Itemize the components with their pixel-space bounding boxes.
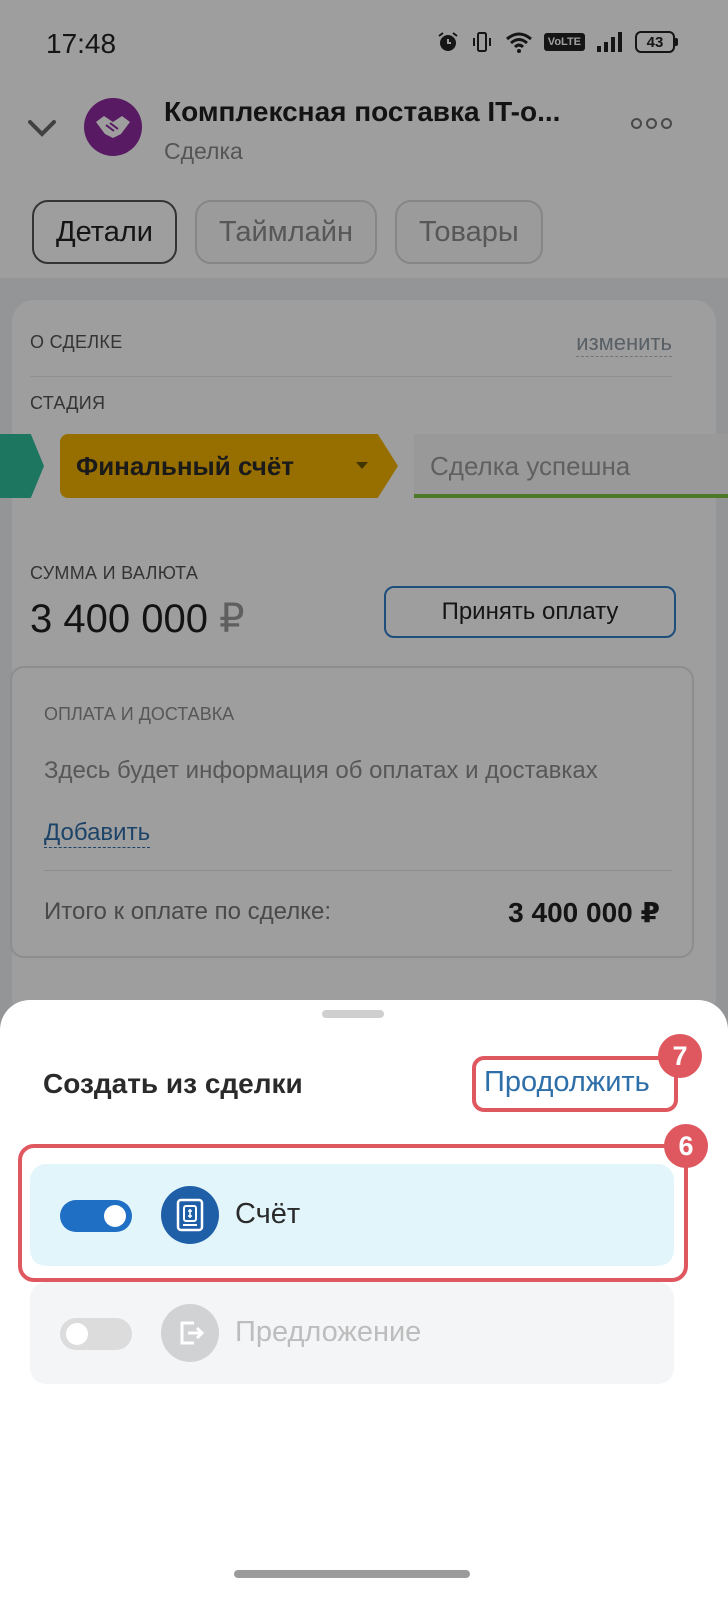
continue-highlight: [472, 1056, 678, 1112]
option-offer[interactable]: Предложение: [30, 1282, 674, 1384]
deal-screen: 17:48 VoLTE 43 Комплексная поставка IT-о…: [0, 0, 728, 1620]
invoice-highlight: [18, 1144, 688, 1282]
home-indicator[interactable]: [234, 1570, 470, 1578]
step-badge-6: 6: [664, 1124, 708, 1168]
sheet-title: Создать из сделки: [43, 1068, 303, 1099]
offer-toggle[interactable]: [60, 1318, 132, 1350]
grab-handle[interactable]: [322, 1010, 384, 1018]
offer-export-icon: [161, 1304, 219, 1362]
step-badge-7: 7: [658, 1034, 702, 1078]
option-offer-label: Предложение: [235, 1316, 422, 1348]
create-from-deal-sheet: Создать из сделки Продолжить Счёт Предло…: [0, 1000, 728, 1620]
